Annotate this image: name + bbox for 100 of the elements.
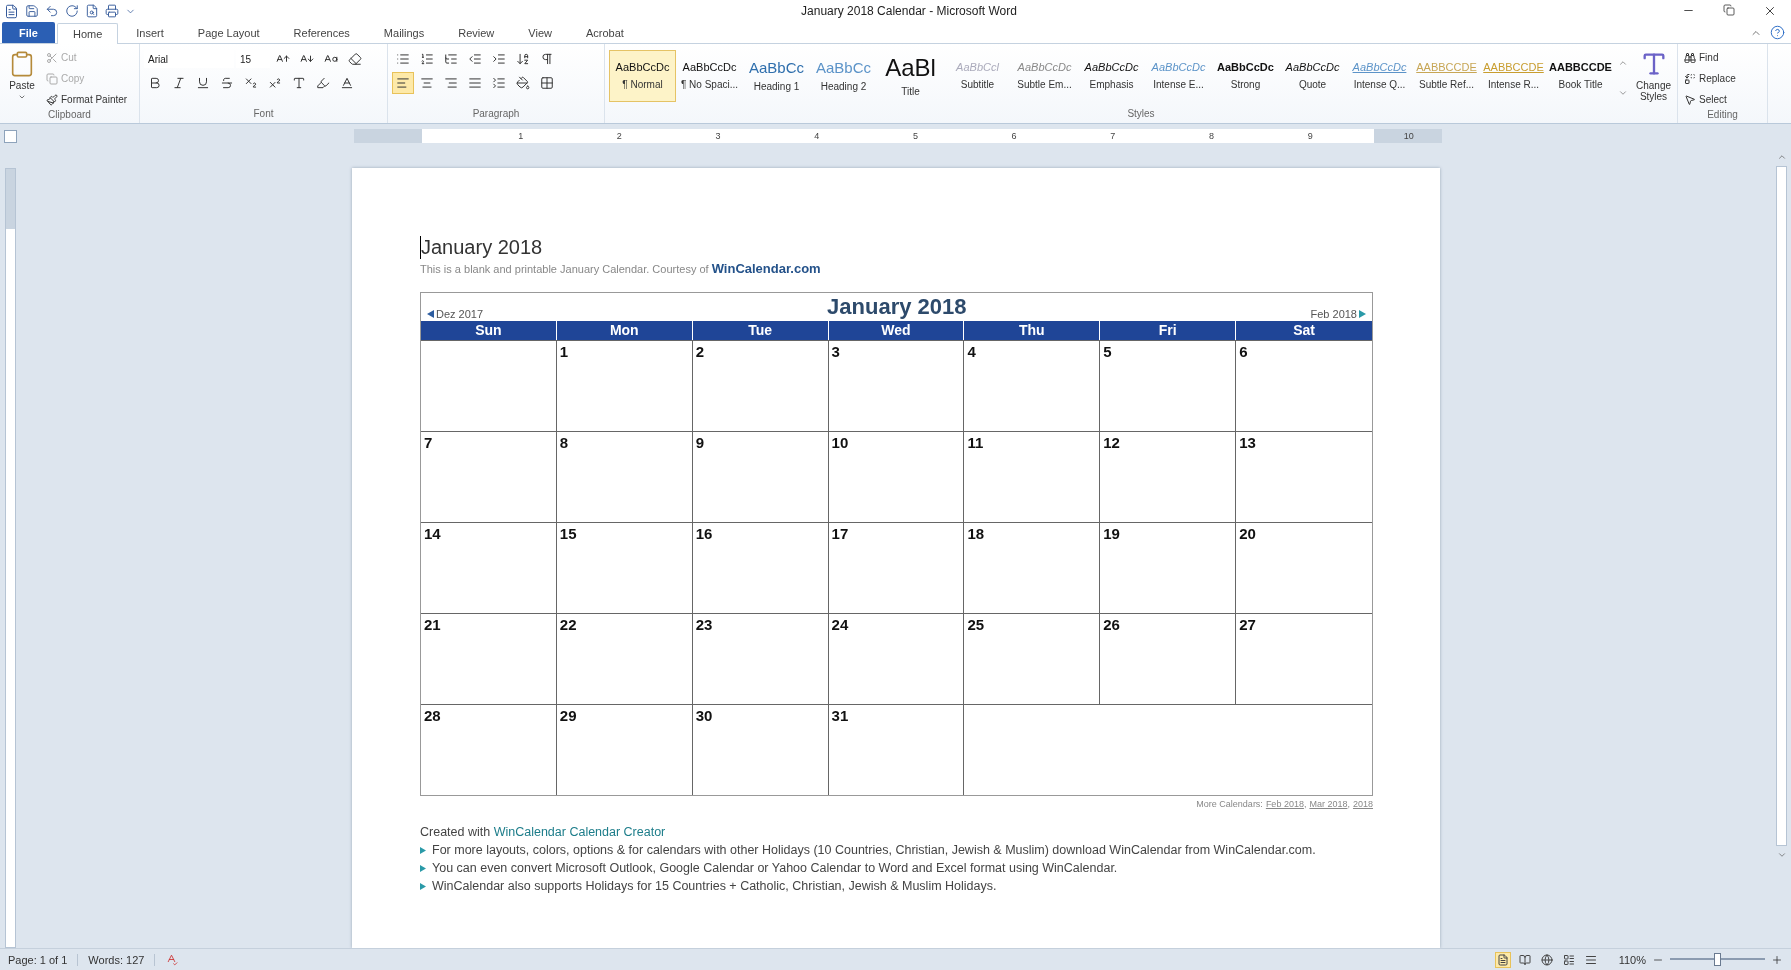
day-number: 12 (1103, 434, 1120, 451)
prev-month-link[interactable]: Dez 2017 (427, 308, 484, 320)
day-number: 8 (559, 434, 569, 451)
replace-icon (1684, 72, 1696, 85)
ribbon-tab[interactable]: Insert (120, 22, 180, 43)
calendar-title: January 2018 (827, 293, 967, 320)
print-layout-icon[interactable] (1494, 951, 1511, 968)
scrollbar-thumb[interactable] (1776, 166, 1787, 846)
group-label: Font (252, 108, 275, 121)
pointer-icon (1684, 93, 1696, 106)
creator-link[interactable]: WinCalendar Calendar Creator (493, 825, 666, 839)
day-number: 9 (695, 434, 705, 451)
bullet-text: For more layouts, colors, options & for calendars with other Holidays (10 Countries, Christian, Jewish & Muslim) download WinCalendar from WinCalendar.com. (432, 842, 1316, 859)
editing-button[interactable]: Replace (1682, 69, 1738, 88)
zoom-level[interactable]: 110% (1618, 953, 1646, 966)
calendar-link[interactable]: Feb 2018 (1265, 799, 1304, 809)
day-number: 21 (424, 616, 441, 633)
ruler-number: 10 (1403, 130, 1414, 143)
link-separator: , (1347, 799, 1350, 809)
binoculars-icon (1684, 51, 1696, 64)
ruler-number: 3 (715, 130, 721, 143)
day-number: 7 (424, 434, 433, 451)
undo-icon (45, 4, 59, 18)
bullet-text: You can even convert Microsoft Outlook, Google Calendar or Yahoo Calendar to Word and Excel format using WinCalendar. (432, 860, 1118, 877)
paste-button[interactable]: Paste (4, 48, 40, 109)
ruler-number: 7 (1110, 130, 1116, 143)
ribbon-tab[interactable]: Home (56, 23, 119, 44)
link-separator: , (1303, 799, 1307, 809)
ruler-number: 4 (814, 130, 820, 143)
group-label: Editing (1706, 109, 1739, 122)
window-title: January 2018 Calendar - Microsoft Word (800, 4, 1018, 18)
style-item[interactable]: AaBbCc Heading 2 (810, 50, 877, 102)
style-item[interactable]: AaBl Title (877, 50, 944, 102)
change-styles-button[interactable]: Change Styles (1632, 48, 1676, 108)
day-number: 3 (831, 343, 840, 360)
style-item[interactable]: AaBbCcDc Emphasis (1078, 50, 1145, 102)
word-app-icon (4, 3, 19, 19)
web-layout-icon[interactable] (1538, 951, 1555, 968)
tab-selector[interactable] (3, 129, 17, 143)
word-count[interactable]: Words: 127 (88, 953, 156, 966)
ruler-number: 8 (1209, 130, 1214, 143)
ribbon-tab[interactable]: References (277, 22, 366, 43)
created-with-text: Created with WinCalendar Calendar Creator (420, 824, 667, 841)
bullet-icon (420, 882, 426, 890)
style-item[interactable]: AaBbCcDc ¶ Normal (609, 50, 676, 102)
ribbon-tab[interactable]: Review (442, 22, 511, 43)
calendar-link[interactable]: 2018 (1352, 799, 1373, 809)
ribbon-tab[interactable]: Acrobat (569, 22, 640, 43)
intro-link[interactable]: WinCalendar.com (711, 261, 821, 276)
day-number: 18 (967, 525, 985, 542)
editing-button[interactable]: Select (1682, 90, 1738, 109)
save-icon (25, 4, 39, 18)
weekday-label: Tue (692, 321, 829, 340)
style-item[interactable]: AABBCCDE Intense R... (1480, 50, 1547, 102)
zoom-thumb[interactable] (1713, 953, 1721, 966)
day-number: 31 (831, 707, 849, 724)
day-number: 29 (559, 707, 577, 724)
style-item[interactable]: AaBbCcDc Subtle Em... (1011, 50, 1078, 102)
restore-icon (1723, 4, 1735, 16)
bullet-text: WinCalendar also supports Holidays for 15 Countries + Catholic, Christian, Jewish & Muslim Holidays. (432, 878, 997, 895)
style-item[interactable]: AaBbCc Heading 1 (743, 50, 810, 102)
style-item[interactable]: AaBbCcDc Intense E... (1145, 50, 1212, 102)
day-number: 4 (967, 343, 976, 360)
group-label: Paragraph (471, 108, 521, 121)
style-item[interactable]: AaBbCcDc Quote (1279, 50, 1346, 102)
group-label: Styles (1126, 108, 1156, 121)
more-calendars-label: More Calendars: (1196, 799, 1263, 809)
style-item[interactable]: AABBCCDE Subtle Ref... (1413, 50, 1480, 102)
ribbon-tab[interactable]: View (512, 22, 568, 43)
print-icon (105, 4, 119, 18)
day-number: 1 (559, 343, 569, 360)
proofing-icon (165, 953, 179, 966)
day-number: 27 (1239, 616, 1256, 633)
ribbon-tab[interactable]: Page Layout (181, 22, 276, 43)
day-number: 5 (1103, 343, 1112, 360)
align-left-icon[interactable] (392, 72, 414, 94)
redo-icon (65, 4, 79, 18)
weekday-label: Thu (964, 321, 1101, 340)
help-icon (1770, 25, 1785, 40)
ruler-number: 5 (912, 130, 918, 143)
style-item[interactable]: AaBbCcDc ¶ No Spaci... (676, 50, 743, 102)
editing-button[interactable]: Find (1682, 48, 1738, 67)
ribbon-tab[interactable]: Mailings (367, 22, 441, 43)
zoom-in-icon (1771, 953, 1783, 966)
ruler-number: 1 (518, 130, 524, 143)
file-tab[interactable]: File (2, 22, 55, 43)
style-item[interactable]: AaBbCcDc Strong (1212, 50, 1279, 102)
next-month-link[interactable]: Feb 2018 (1310, 308, 1366, 320)
scissors-icon (46, 51, 58, 64)
style-item[interactable]: AaBbCcDc Intense Q... (1346, 50, 1413, 102)
ruler-number: 2 (616, 130, 622, 143)
gallery-up-icon (1618, 58, 1628, 68)
clipboard-button[interactable]: Format Painter (44, 90, 130, 109)
style-item[interactable]: AaBbCcl Subtitle (944, 50, 1011, 102)
day-number: 10 (831, 434, 849, 451)
day-number: 14 (424, 525, 441, 542)
page-count[interactable]: Page: 1 of 1 (8, 953, 79, 966)
bullet-icon (420, 846, 426, 854)
style-item[interactable]: AABBCCDE Book Title (1547, 50, 1614, 102)
close-icon (1763, 4, 1777, 18)
